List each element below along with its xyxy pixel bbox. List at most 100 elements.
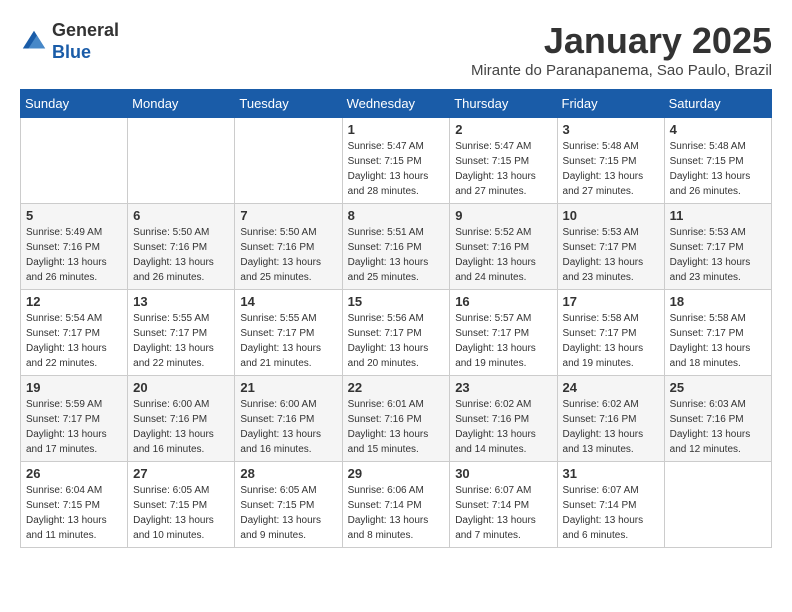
day-of-week-header: Wednesday bbox=[342, 90, 450, 118]
day-of-week-header: Friday bbox=[557, 90, 664, 118]
calendar-week-row: 12 Sunrise: 5:54 AM Sunset: 7:17 PM Dayli… bbox=[21, 290, 772, 376]
calendar-cell: 3 Sunrise: 5:48 AM Sunset: 7:15 PM Daylig… bbox=[557, 118, 664, 204]
calendar-cell: 19 Sunrise: 5:59 AM Sunset: 7:17 PM Dayli… bbox=[21, 376, 128, 462]
day-number: 20 bbox=[133, 380, 229, 395]
day-number: 29 bbox=[348, 466, 445, 481]
day-number: 6 bbox=[133, 208, 229, 223]
day-number: 7 bbox=[240, 208, 336, 223]
day-number: 9 bbox=[455, 208, 551, 223]
calendar-cell: 15 Sunrise: 5:56 AM Sunset: 7:17 PM Dayli… bbox=[342, 290, 450, 376]
calendar-cell: 11 Sunrise: 5:53 AM Sunset: 7:17 PM Dayli… bbox=[664, 204, 771, 290]
calendar-cell: 1 Sunrise: 5:47 AM Sunset: 7:15 PM Daylig… bbox=[342, 118, 450, 204]
day-number: 2 bbox=[455, 122, 551, 137]
day-number: 11 bbox=[670, 208, 766, 223]
day-info: Sunrise: 6:07 AM Sunset: 7:14 PM Dayligh… bbox=[563, 483, 659, 543]
day-info: Sunrise: 5:53 AM Sunset: 7:17 PM Dayligh… bbox=[563, 225, 659, 285]
day-info: Sunrise: 6:03 AM Sunset: 7:16 PM Dayligh… bbox=[670, 397, 766, 457]
calendar-cell: 29 Sunrise: 6:06 AM Sunset: 7:14 PM Dayli… bbox=[342, 462, 450, 548]
day-info: Sunrise: 5:48 AM Sunset: 7:15 PM Dayligh… bbox=[563, 139, 659, 199]
calendar-cell: 13 Sunrise: 5:55 AM Sunset: 7:17 PM Dayli… bbox=[128, 290, 235, 376]
calendar-cell: 30 Sunrise: 6:07 AM Sunset: 7:14 PM Dayli… bbox=[450, 462, 557, 548]
day-info: Sunrise: 5:55 AM Sunset: 7:17 PM Dayligh… bbox=[240, 311, 336, 371]
day-number: 3 bbox=[563, 122, 659, 137]
location-subtitle: Mirante do Paranapanema, Sao Paulo, Braz… bbox=[471, 62, 772, 79]
day-of-week-header: Saturday bbox=[664, 90, 771, 118]
month-title: January 2025 bbox=[471, 20, 772, 62]
day-info: Sunrise: 6:05 AM Sunset: 7:15 PM Dayligh… bbox=[240, 483, 336, 543]
day-info: Sunrise: 5:57 AM Sunset: 7:17 PM Dayligh… bbox=[455, 311, 551, 371]
day-info: Sunrise: 5:55 AM Sunset: 7:17 PM Dayligh… bbox=[133, 311, 229, 371]
calendar-week-row: 1 Sunrise: 5:47 AM Sunset: 7:15 PM Daylig… bbox=[21, 118, 772, 204]
day-info: Sunrise: 6:00 AM Sunset: 7:16 PM Dayligh… bbox=[133, 397, 229, 457]
day-info: Sunrise: 5:54 AM Sunset: 7:17 PM Dayligh… bbox=[26, 311, 122, 371]
day-number: 28 bbox=[240, 466, 336, 481]
day-info: Sunrise: 5:47 AM Sunset: 7:15 PM Dayligh… bbox=[455, 139, 551, 199]
calendar-cell: 9Sunrise: 5:52 AM Sunset: 7:16 PM Daylig… bbox=[450, 204, 557, 290]
calendar-cell: 14 Sunrise: 5:55 AM Sunset: 7:17 PM Dayli… bbox=[235, 290, 342, 376]
day-number: 14 bbox=[240, 294, 336, 309]
day-number: 18 bbox=[670, 294, 766, 309]
day-number: 31 bbox=[563, 466, 659, 481]
day-number: 30 bbox=[455, 466, 551, 481]
calendar-cell: 16 Sunrise: 5:57 AM Sunset: 7:17 PM Dayli… bbox=[450, 290, 557, 376]
calendar-cell bbox=[235, 118, 342, 204]
calendar-cell: 25 Sunrise: 6:03 AM Sunset: 7:16 PM Dayli… bbox=[664, 376, 771, 462]
day-number: 16 bbox=[455, 294, 551, 309]
calendar-cell bbox=[664, 462, 771, 548]
day-info: Sunrise: 6:00 AM Sunset: 7:16 PM Dayligh… bbox=[240, 397, 336, 457]
calendar-table: SundayMondayTuesdayWednesdayThursdayFrid… bbox=[20, 89, 772, 548]
day-number: 21 bbox=[240, 380, 336, 395]
day-of-week-header: Tuesday bbox=[235, 90, 342, 118]
day-number: 5 bbox=[26, 208, 122, 223]
day-number: 12 bbox=[26, 294, 122, 309]
day-info: Sunrise: 5:48 AM Sunset: 7:15 PM Dayligh… bbox=[670, 139, 766, 199]
calendar-cell: 18 Sunrise: 5:58 AM Sunset: 7:17 PM Dayli… bbox=[664, 290, 771, 376]
day-info: Sunrise: 5:59 AM Sunset: 7:17 PM Dayligh… bbox=[26, 397, 122, 457]
calendar-cell: 10Sunrise: 5:53 AM Sunset: 7:17 PM Dayli… bbox=[557, 204, 664, 290]
day-info: Sunrise: 6:05 AM Sunset: 7:15 PM Dayligh… bbox=[133, 483, 229, 543]
day-info: Sunrise: 5:51 AM Sunset: 7:16 PM Dayligh… bbox=[348, 225, 445, 285]
day-number: 13 bbox=[133, 294, 229, 309]
calendar-cell: 20 Sunrise: 6:00 AM Sunset: 7:16 PM Dayli… bbox=[128, 376, 235, 462]
day-info: Sunrise: 6:07 AM Sunset: 7:14 PM Dayligh… bbox=[455, 483, 551, 543]
day-number: 1 bbox=[348, 122, 445, 137]
calendar-cell: 21 Sunrise: 6:00 AM Sunset: 7:16 PM Dayli… bbox=[235, 376, 342, 462]
day-number: 15 bbox=[348, 294, 445, 309]
calendar-cell: 5 Sunrise: 5:49 AM Sunset: 7:16 PM Daylig… bbox=[21, 204, 128, 290]
day-number: 26 bbox=[26, 466, 122, 481]
day-number: 19 bbox=[26, 380, 122, 395]
calendar-cell: 8 Sunrise: 5:51 AM Sunset: 7:16 PM Daylig… bbox=[342, 204, 450, 290]
day-number: 27 bbox=[133, 466, 229, 481]
calendar-header-row: SundayMondayTuesdayWednesdayThursdayFrid… bbox=[21, 90, 772, 118]
calendar-cell: 27 Sunrise: 6:05 AM Sunset: 7:15 PM Dayli… bbox=[128, 462, 235, 548]
day-info: Sunrise: 6:06 AM Sunset: 7:14 PM Dayligh… bbox=[348, 483, 445, 543]
calendar-cell: 26Sunrise: 6:04 AM Sunset: 7:15 PM Dayli… bbox=[21, 462, 128, 548]
calendar-cell: 7 Sunrise: 5:50 AM Sunset: 7:16 PM Daylig… bbox=[235, 204, 342, 290]
day-number: 25 bbox=[670, 380, 766, 395]
day-info: Sunrise: 6:01 AM Sunset: 7:16 PM Dayligh… bbox=[348, 397, 445, 457]
day-info: Sunrise: 5:58 AM Sunset: 7:17 PM Dayligh… bbox=[670, 311, 766, 371]
logo-text: General Blue bbox=[52, 20, 119, 63]
day-info: Sunrise: 5:50 AM Sunset: 7:16 PM Dayligh… bbox=[240, 225, 336, 285]
day-of-week-header: Sunday bbox=[21, 90, 128, 118]
calendar-week-row: 26Sunrise: 6:04 AM Sunset: 7:15 PM Dayli… bbox=[21, 462, 772, 548]
calendar-week-row: 5 Sunrise: 5:49 AM Sunset: 7:16 PM Daylig… bbox=[21, 204, 772, 290]
logo-icon bbox=[20, 28, 48, 56]
calendar-cell: 28 Sunrise: 6:05 AM Sunset: 7:15 PM Dayli… bbox=[235, 462, 342, 548]
day-number: 8 bbox=[348, 208, 445, 223]
title-block: January 2025 Mirante do Paranapanema, Sa… bbox=[471, 20, 772, 79]
day-info: Sunrise: 5:56 AM Sunset: 7:17 PM Dayligh… bbox=[348, 311, 445, 371]
day-info: Sunrise: 5:49 AM Sunset: 7:16 PM Dayligh… bbox=[26, 225, 122, 285]
day-number: 17 bbox=[563, 294, 659, 309]
calendar-week-row: 19 Sunrise: 5:59 AM Sunset: 7:17 PM Dayli… bbox=[21, 376, 772, 462]
day-number: 4 bbox=[670, 122, 766, 137]
calendar-cell bbox=[21, 118, 128, 204]
day-info: Sunrise: 5:53 AM Sunset: 7:17 PM Dayligh… bbox=[670, 225, 766, 285]
calendar-cell: 4 Sunrise: 5:48 AM Sunset: 7:15 PM Daylig… bbox=[664, 118, 771, 204]
calendar-cell: 2 Sunrise: 5:47 AM Sunset: 7:15 PM Daylig… bbox=[450, 118, 557, 204]
day-info: Sunrise: 5:50 AM Sunset: 7:16 PM Dayligh… bbox=[133, 225, 229, 285]
page-header: General Blue January 2025 Mirante do Par… bbox=[20, 20, 772, 79]
day-of-week-header: Monday bbox=[128, 90, 235, 118]
day-info: Sunrise: 5:47 AM Sunset: 7:15 PM Dayligh… bbox=[348, 139, 445, 199]
calendar-cell: 12 Sunrise: 5:54 AM Sunset: 7:17 PM Dayli… bbox=[21, 290, 128, 376]
